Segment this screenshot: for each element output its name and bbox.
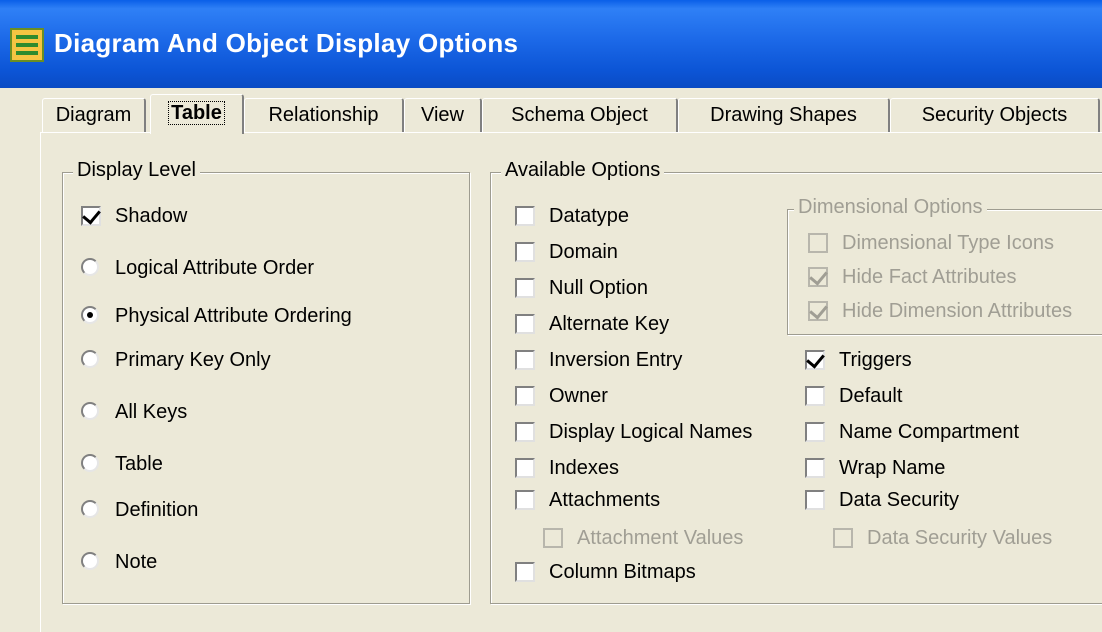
display-level-group: Display Level Shadow Logical Attribute O… xyxy=(62,159,470,604)
tab-schema-object[interactable]: Schema Object xyxy=(482,98,678,132)
tab-relationship[interactable]: Relationship xyxy=(244,98,404,132)
check-icon xyxy=(82,205,101,225)
available-options-title: Available Options xyxy=(501,159,665,182)
tab-table[interactable]: Table xyxy=(150,94,244,134)
available-options-group: Available Options Datatype Domain Null O… xyxy=(490,159,1102,604)
radio-dot-icon xyxy=(87,312,93,318)
title-bar[interactable]: Diagram And Object Display Options xyxy=(0,0,1102,88)
tab-drawing-shapes[interactable]: Drawing Shapes xyxy=(678,98,890,132)
check-icon xyxy=(806,349,825,369)
check-icon xyxy=(809,300,828,320)
dimensional-options-group: Dimensional Options Dimensional Type Ico… xyxy=(787,196,1102,335)
display-level-title: Display Level xyxy=(73,159,200,182)
tab-diagram[interactable]: Diagram xyxy=(42,98,146,132)
tab-security-objects[interactable]: Security Objects xyxy=(890,98,1100,132)
dimensional-options-title: Dimensional Options xyxy=(794,196,987,219)
tab-view[interactable]: View xyxy=(404,98,482,132)
app-icon xyxy=(10,28,44,62)
check-icon xyxy=(809,266,828,286)
window-title: Diagram And Object Display Options xyxy=(54,28,519,58)
